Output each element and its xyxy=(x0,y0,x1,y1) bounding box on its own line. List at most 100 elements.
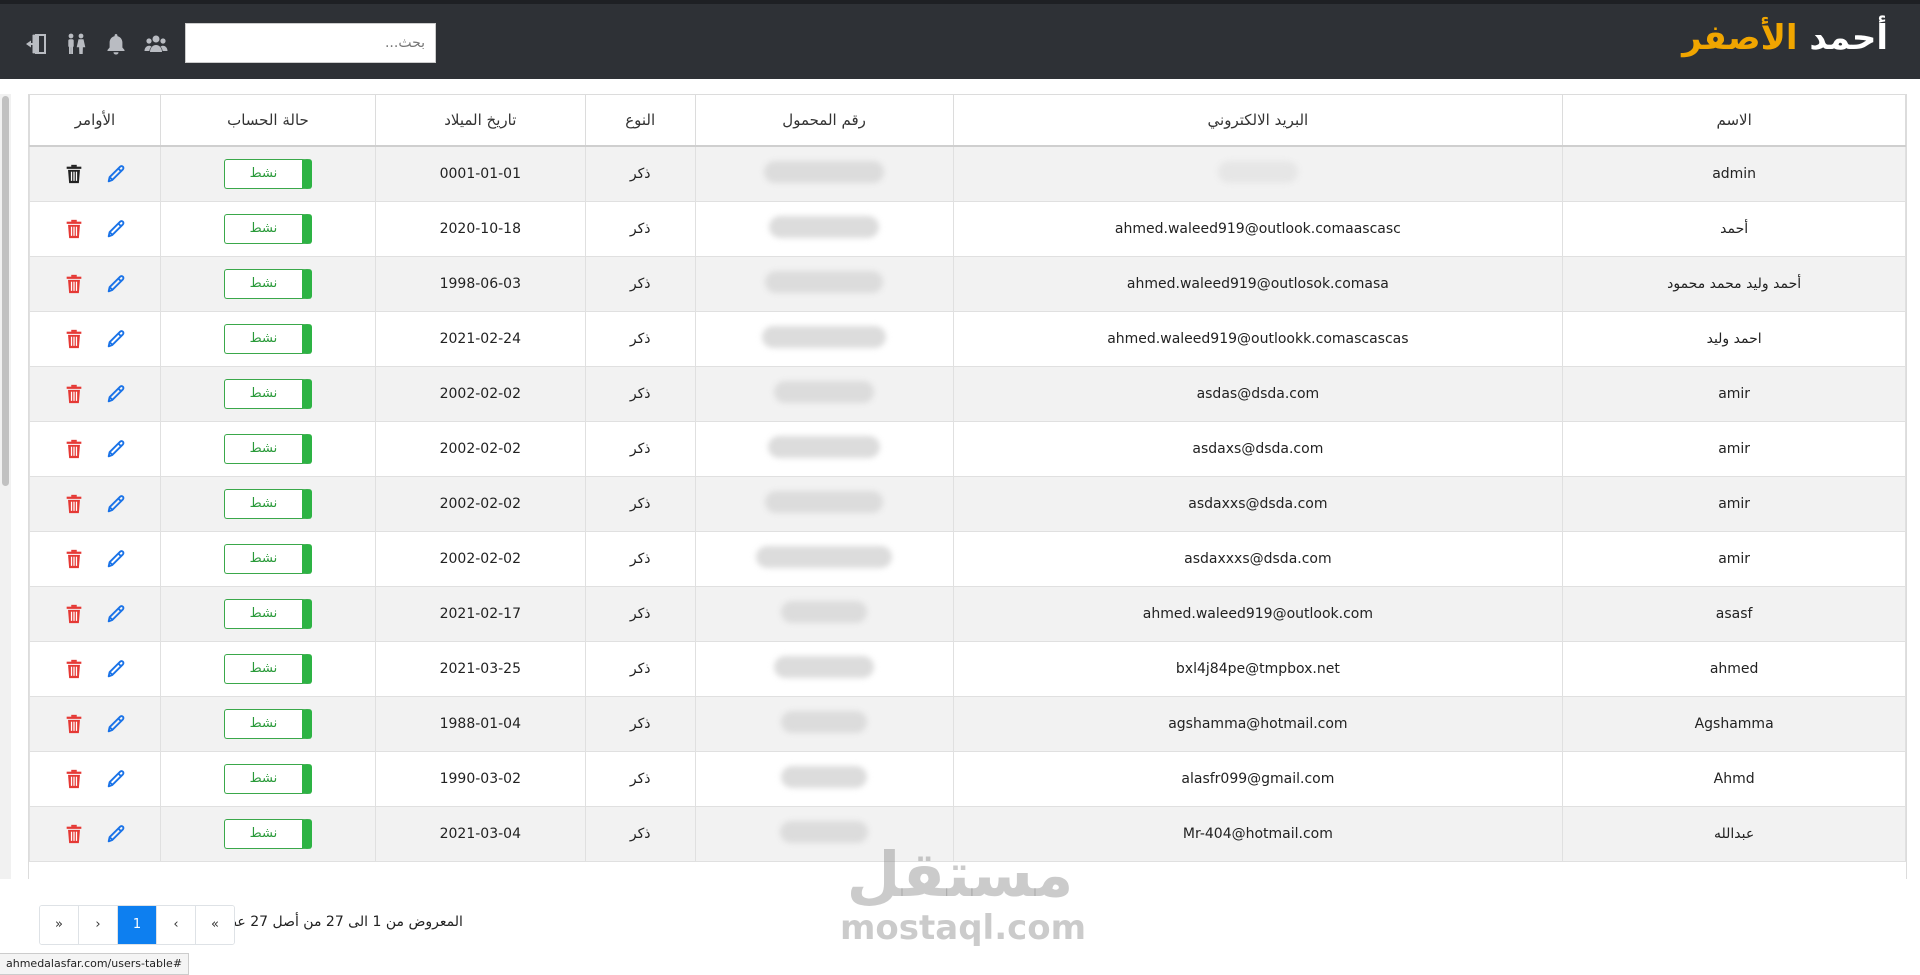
column-header-actions: الأوامر xyxy=(29,94,161,147)
email-cell: ahmed.waleed919@outlookk.comascascas xyxy=(952,310,1564,367)
redacted-mobile xyxy=(762,325,887,348)
redacted-mobile xyxy=(765,270,884,293)
bell-icon[interactable] xyxy=(103,31,129,57)
edit-icon[interactable] xyxy=(105,383,127,405)
mobile-cell xyxy=(694,255,954,312)
column-header-birthdate[interactable]: تاريخ الميلاد xyxy=(374,94,586,147)
edit-icon[interactable] xyxy=(105,218,127,240)
birthdate-cell: 2002-02-02 xyxy=(374,475,586,532)
status-cell: نشط xyxy=(160,255,376,312)
table-row: أحمد ahmed.waleed919@outlook.comaascasc ذك… xyxy=(29,200,1906,257)
birthdate-cell: 1998-06-03 xyxy=(374,255,586,312)
mobile-cell xyxy=(694,200,954,257)
status-toggle[interactable]: نشط xyxy=(223,653,312,684)
status-cell: نشط xyxy=(160,475,376,532)
column-header-gender[interactable]: النوع xyxy=(584,94,696,147)
mobile-cell xyxy=(694,695,954,752)
actions-cell xyxy=(29,750,161,807)
search-input[interactable] xyxy=(185,23,436,63)
page-1-button[interactable]: 1 xyxy=(117,906,156,944)
status-toggle[interactable]: نشط xyxy=(223,543,312,574)
birthdate-cell: 2002-02-02 xyxy=(374,365,586,422)
page-prev-button[interactable]: ‹ xyxy=(156,906,195,944)
status-toggle[interactable]: نشط xyxy=(223,158,312,189)
redacted-mobile xyxy=(769,215,880,238)
vertical-scrollbar[interactable] xyxy=(0,94,11,879)
table-row: amir asdaxxxs@dsda.com ذكر 2002-02-02 نشط xyxy=(29,530,1906,587)
status-toggle[interactable]: نشط xyxy=(223,433,312,464)
trash-icon[interactable] xyxy=(63,218,85,240)
status-toggle[interactable]: نشط xyxy=(223,598,312,629)
column-header-email[interactable]: البريد الالكتروني xyxy=(952,94,1564,147)
edit-icon[interactable] xyxy=(105,823,127,845)
birthdate-cell: 2002-02-02 xyxy=(374,530,586,587)
actions-cell xyxy=(29,420,161,477)
pagination-info: المعروض من 1 الى 27 من أصل 27 عضو xyxy=(218,914,463,930)
actions-cell xyxy=(29,255,161,312)
trash-icon[interactable] xyxy=(63,658,85,680)
trash-icon[interactable] xyxy=(63,163,85,185)
status-toggle[interactable]: نشط xyxy=(223,488,312,519)
table-row: amir asdas@dsda.com ذكر 2002-02-02 نشط xyxy=(29,365,1906,422)
brand-logo[interactable]: أحمد الأصفر xyxy=(1682,18,1888,58)
page-first-button[interactable]: « xyxy=(195,906,234,944)
status-toggle[interactable]: نشط xyxy=(223,268,312,299)
edit-icon[interactable] xyxy=(105,548,127,570)
trash-icon[interactable] xyxy=(63,328,85,350)
trash-icon[interactable] xyxy=(63,438,85,460)
trash-icon[interactable] xyxy=(63,603,85,625)
trash-icon[interactable] xyxy=(63,823,85,845)
status-toggle[interactable]: نشط xyxy=(223,763,312,794)
logout-icon[interactable] xyxy=(23,31,49,57)
browser-status-url: ahmedalasfar.com/users-table# xyxy=(0,953,190,975)
actions-cell xyxy=(29,365,161,422)
table-row: admin ذكر 0001-01-01 نشط xyxy=(29,145,1906,202)
trash-icon[interactable] xyxy=(63,383,85,405)
edit-icon[interactable] xyxy=(105,768,127,790)
gender-cell: ذكر xyxy=(584,640,696,697)
trash-icon[interactable] xyxy=(63,768,85,790)
page-last-button[interactable]: » xyxy=(40,906,78,944)
column-header-mobile[interactable]: رقم المحمول xyxy=(694,94,954,147)
edit-icon[interactable] xyxy=(105,713,127,735)
email-cell: asdas@dsda.com xyxy=(952,365,1564,422)
edit-icon[interactable] xyxy=(105,273,127,295)
redacted-mobile xyxy=(781,600,868,623)
trash-icon[interactable] xyxy=(63,713,85,735)
trash-icon[interactable] xyxy=(63,273,85,295)
status-cell: نشط xyxy=(160,530,376,587)
edit-icon[interactable] xyxy=(105,493,127,515)
edit-icon[interactable] xyxy=(105,438,127,460)
edit-icon[interactable] xyxy=(105,163,127,185)
scrollbar-thumb[interactable] xyxy=(2,96,9,486)
users-icon[interactable] xyxy=(143,31,169,57)
gender-cell: ذكر xyxy=(584,255,696,312)
status-toggle[interactable]: نشط xyxy=(223,323,312,354)
column-header-status[interactable]: حالة الحساب xyxy=(160,94,376,147)
trash-icon[interactable] xyxy=(63,493,85,515)
email-cell: alasfr099@gmail.com xyxy=(952,750,1564,807)
page-next-button[interactable]: › xyxy=(78,906,117,944)
email-cell: agshamma@hotmail.com xyxy=(952,695,1564,752)
birthdate-cell: 2020-10-18 xyxy=(374,200,586,257)
name-cell: أحمد وليد محمد محمود xyxy=(1562,255,1906,312)
status-toggle[interactable]: نشط xyxy=(223,818,312,849)
status-toggle[interactable]: نشط xyxy=(223,378,312,409)
actions-cell xyxy=(29,585,161,642)
people-icon[interactable] xyxy=(63,31,89,57)
actions-cell xyxy=(29,310,161,367)
edit-icon[interactable] xyxy=(105,603,127,625)
status-toggle[interactable]: نشط xyxy=(223,213,312,244)
trash-icon[interactable] xyxy=(63,548,85,570)
mobile-cell xyxy=(694,310,954,367)
column-header-name[interactable]: الاسم xyxy=(1562,94,1906,147)
edit-icon[interactable] xyxy=(105,658,127,680)
birthdate-cell: 2021-02-24 xyxy=(374,310,586,367)
edit-icon[interactable] xyxy=(105,328,127,350)
redacted-mobile xyxy=(765,490,884,513)
status-toggle[interactable]: نشط xyxy=(223,708,312,739)
email-cell: ahmed.waleed919@outlosok.comasa xyxy=(952,255,1564,312)
gender-cell: ذكر xyxy=(584,310,696,367)
redacted-mobile xyxy=(774,380,875,403)
table-row: ahmed bxl4j84pe@tmpbox.net ذكر 2021-03-25 نش… xyxy=(29,640,1906,697)
